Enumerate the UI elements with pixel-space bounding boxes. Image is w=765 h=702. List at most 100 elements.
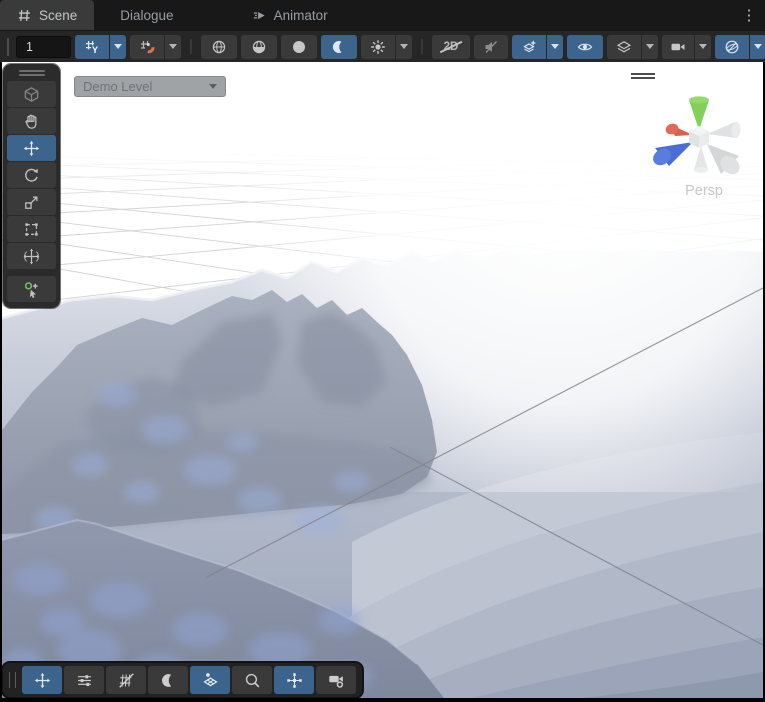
lighting-toggle-button[interactable] — [321, 35, 357, 59]
sphere-half-shaded-icon — [251, 39, 267, 55]
bottom-search-button[interactable] — [232, 666, 272, 694]
layers-group — [607, 35, 658, 59]
x-axis-cone[interactable] — [664, 122, 693, 136]
shading-shaded-wireframe-button[interactable] — [241, 35, 277, 59]
layers-button[interactable] — [607, 35, 641, 59]
scale-tool-button[interactable] — [7, 189, 56, 215]
custom-tool-icon — [23, 281, 40, 298]
flare-button[interactable] — [361, 35, 395, 59]
camera-group — [662, 35, 711, 59]
negative-y-cone[interactable] — [694, 146, 708, 173]
moon-crescent-icon — [331, 39, 347, 55]
bottom-toolbar — [3, 663, 362, 697]
gizmos-button[interactable] — [715, 35, 749, 59]
custom-editor-tool-button[interactable] — [7, 276, 56, 302]
grid-axis-icon: Y — [84, 39, 100, 55]
chevron-down-icon — [114, 44, 122, 49]
effects-dropdown[interactable] — [547, 35, 563, 59]
negative-x-cone[interactable] — [707, 121, 741, 138]
snap-magnet-icon — [139, 39, 155, 55]
gizmo-center-cube[interactable] — [689, 126, 709, 148]
level-dropdown[interactable]: Demo Level — [74, 76, 226, 97]
grid-axis-group: Y — [75, 35, 126, 59]
effects-button[interactable] — [512, 35, 546, 59]
tools-drag-handle[interactable] — [19, 70, 45, 76]
level-dropdown-label: Demo Level — [83, 79, 152, 94]
tools-overlay — [3, 64, 60, 308]
orientation-gizmo[interactable] — [647, 80, 747, 176]
tab-bar: Scene Dialogue Animator ⋮ — [0, 0, 765, 30]
probe-diamond-icon — [202, 672, 219, 689]
camera-dropdown[interactable] — [695, 35, 711, 59]
y-axis-cone[interactable] — [689, 96, 709, 130]
layers-icon — [616, 39, 632, 55]
bottom-move-button[interactable] — [22, 666, 62, 694]
kebab-menu-icon: ⋮ — [742, 6, 757, 24]
chevron-down-icon — [209, 84, 217, 89]
snap-group — [130, 35, 181, 59]
chevron-down-icon — [551, 44, 559, 49]
sphere-solid-icon — [291, 39, 307, 55]
bottom-lighting-button[interactable] — [148, 666, 188, 694]
tool-context-button[interactable] — [7, 81, 56, 107]
flare-dropdown[interactable] — [396, 35, 412, 59]
animator-icon — [252, 8, 267, 23]
bottom-toolbar-drag-handle[interactable] — [9, 672, 16, 688]
rect-icon — [23, 221, 40, 238]
sphere-wireframe-icon — [211, 39, 227, 55]
projection-label[interactable]: Persp — [685, 183, 723, 199]
tab-scene[interactable]: Scene — [0, 0, 94, 30]
bottom-sliders-button[interactable] — [64, 666, 104, 694]
transform-icon — [23, 248, 40, 265]
gizmo-toggle-group — [715, 35, 765, 59]
toolbar-separator — [190, 39, 192, 54]
layers-dropdown[interactable] — [642, 35, 658, 59]
bottom-probe-button[interactable] — [190, 666, 230, 694]
rotate-tool-button[interactable] — [7, 162, 56, 188]
tab-overflow-menu-button[interactable]: ⋮ — [733, 0, 765, 30]
shading-shaded-button[interactable] — [281, 35, 317, 59]
tab-scene-label: Scene — [39, 8, 77, 23]
z-axis-cone[interactable] — [650, 142, 693, 169]
effects-sparkle-icon — [521, 39, 537, 55]
camera-record-icon — [328, 672, 345, 689]
tab-dialogue[interactable]: Dialogue — [103, 0, 190, 30]
search-icon — [244, 672, 261, 689]
move-arrows-icon — [23, 140, 40, 157]
chevron-down-icon — [646, 44, 654, 49]
frame-input[interactable] — [16, 36, 71, 58]
bottom-grid-toggle-button[interactable] — [106, 666, 146, 694]
audio-toggle-button[interactable] — [474, 35, 508, 59]
grid-icon — [17, 8, 32, 23]
negative-z-cone[interactable] — [707, 144, 743, 176]
tab-animator-label: Animator — [274, 8, 328, 23]
tools-gap — [3, 270, 60, 275]
grid-axis-dropdown[interactable] — [110, 35, 126, 59]
snap-dropdown[interactable] — [165, 35, 181, 59]
move-tool-button[interactable] — [7, 135, 56, 161]
sliders-icon — [76, 672, 93, 689]
bottom-cluster-button[interactable] — [274, 666, 314, 694]
rect-tool-button[interactable] — [7, 216, 56, 242]
2d-mode-button[interactable]: 2D — [432, 35, 470, 59]
tab-animator[interactable]: Animator — [235, 0, 345, 30]
grid-axis-button[interactable]: Y — [75, 35, 109, 59]
bottom-camera-button[interactable] — [316, 666, 356, 694]
scale-icon — [23, 194, 40, 211]
chevron-down-icon — [699, 44, 707, 49]
toolbar-drag-handle[interactable] — [7, 38, 9, 56]
scene-toolbar: Y 2D — [0, 30, 765, 62]
editor-window: Scene Dialogue Animator ⋮ Y — [0, 0, 765, 702]
shading-wireframe-button[interactable] — [201, 35, 237, 59]
scene-visibility-button[interactable] — [567, 35, 603, 59]
snap-button[interactable] — [130, 35, 164, 59]
effects-group — [512, 35, 563, 59]
gizmos-dropdown[interactable] — [750, 35, 765, 59]
transform-tool-button[interactable] — [7, 243, 56, 269]
toolbar-separator — [421, 39, 423, 54]
audio-muted-icon — [483, 39, 499, 55]
grid-axis-letter: Y — [92, 45, 98, 55]
camera-button[interactable] — [662, 35, 694, 59]
moon-crescent-icon — [160, 672, 177, 689]
view-tool-button[interactable] — [7, 108, 56, 134]
